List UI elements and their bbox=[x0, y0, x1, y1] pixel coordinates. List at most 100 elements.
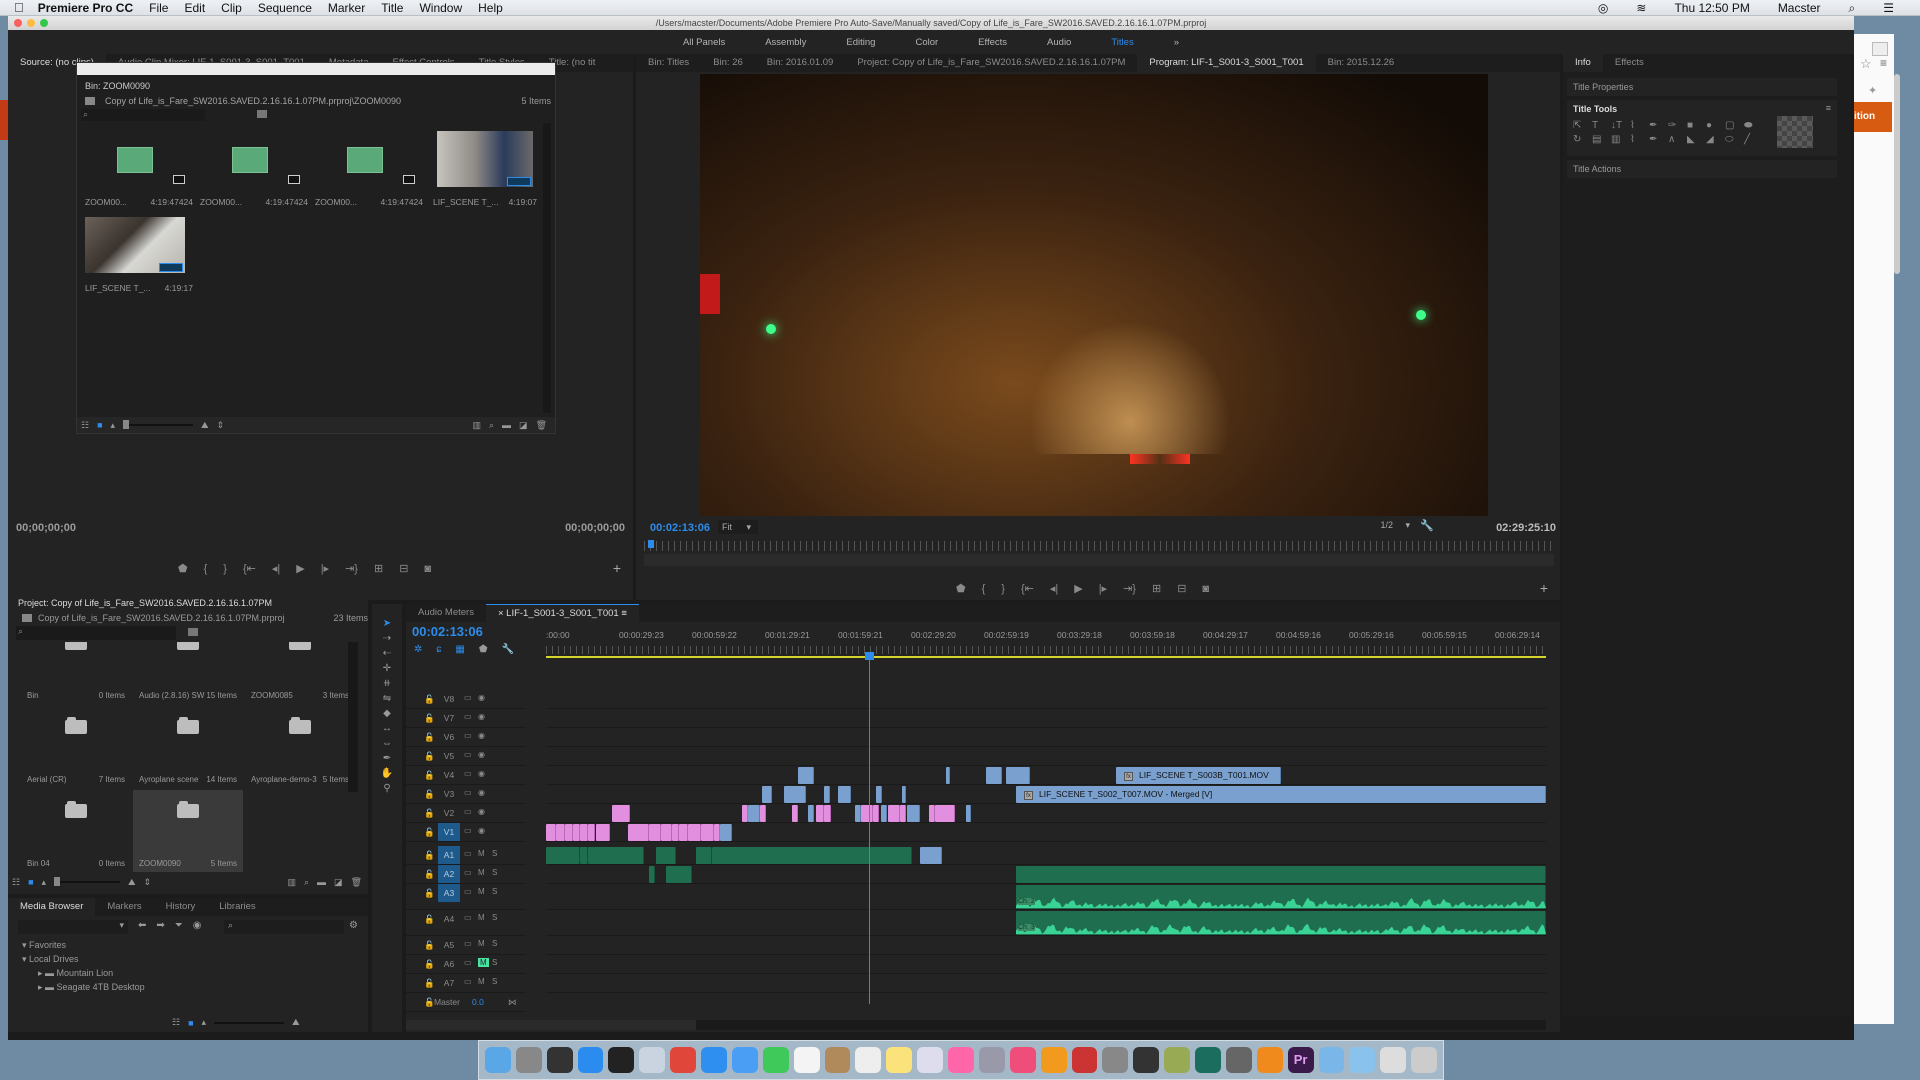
find-icon[interactable]: ⌕ bbox=[304, 877, 309, 888]
track-name[interactable]: V5 bbox=[438, 747, 460, 765]
button-editor-plus-icon[interactable]: + bbox=[613, 560, 621, 576]
dock-app-icon[interactable] bbox=[577, 1047, 604, 1073]
selection-tool-icon[interactable]: ➤ bbox=[383, 618, 391, 629]
browser-menu-icon[interactable]: ≡ bbox=[1880, 56, 1887, 70]
track-name[interactable]: V7 bbox=[438, 709, 460, 727]
list-view-icon[interactable]: ☷ bbox=[81, 420, 89, 431]
mute-button[interactable]: M bbox=[478, 958, 489, 967]
thumbnail-zoom-slider[interactable] bbox=[54, 877, 121, 886]
view-icon[interactable]: ◉ bbox=[193, 920, 202, 931]
timeline-clip[interactable] bbox=[792, 805, 798, 822]
sync-lock-icon[interactable]: ▭ bbox=[464, 826, 472, 835]
list-view-icon[interactable]: ☷ bbox=[172, 1017, 180, 1028]
tree-item-mountain-lion[interactable]: ▸ ▬ Mountain Lion bbox=[22, 966, 162, 980]
track-name[interactable]: A6 bbox=[438, 955, 460, 973]
timeline-clip[interactable] bbox=[762, 786, 772, 803]
project-bin-item[interactable]: ZOOM0085 3 Items bbox=[245, 642, 355, 706]
timeline-clip[interactable] bbox=[838, 786, 851, 803]
eye-icon[interactable]: ◉ bbox=[478, 693, 485, 702]
bin-clip-item[interactable]: ZOOM00... 4:19:47424 bbox=[85, 127, 197, 211]
add-marker-icon[interactable]: ⬟ bbox=[479, 644, 488, 655]
step-back-icon[interactable]: ◂| bbox=[272, 562, 280, 575]
timeline-clip[interactable] bbox=[666, 866, 692, 883]
tab-markers[interactable]: Markers bbox=[95, 898, 153, 916]
track-header-a5[interactable]: 🔓 A5 ▭ M S bbox=[406, 936, 526, 955]
tab-effects[interactable]: Effects bbox=[1603, 54, 1656, 72]
forward-arrow-icon[interactable]: ➡ bbox=[156, 920, 164, 931]
extract-icon[interactable]: ⊟ bbox=[1177, 582, 1186, 595]
project-bin-item[interactable]: Bin 04 0 Items bbox=[21, 790, 131, 872]
title-actions-header[interactable]: Title Actions bbox=[1567, 160, 1837, 178]
track-name[interactable]: A4 bbox=[438, 910, 460, 928]
thumbnail-zoom-slider[interactable] bbox=[214, 1021, 285, 1024]
zoom-in-icon[interactable]: ⛰ bbox=[128, 877, 136, 888]
bin-scrollbar[interactable] bbox=[543, 123, 551, 413]
lock-icon[interactable]: 🔓 bbox=[424, 869, 435, 880]
vertical-path-type-tool-icon[interactable]: ⌇ bbox=[1630, 134, 1644, 145]
mark-out-icon[interactable]: } bbox=[1001, 583, 1005, 595]
dock-app-icon[interactable] bbox=[886, 1047, 913, 1073]
timeline-clip[interactable] bbox=[986, 767, 1002, 784]
tab-sequence[interactable]: × LIF-1_S001-3_S001_T001 ≡ bbox=[485, 604, 639, 622]
new-bin-icon[interactable]: ▬ bbox=[317, 877, 326, 887]
timeline-clip[interactable] bbox=[808, 805, 814, 822]
panel-menu-icon[interactable]: ≡ bbox=[1826, 103, 1831, 113]
dock-app-icon[interactable] bbox=[1195, 1047, 1221, 1073]
track-header-a7[interactable]: 🔓 A7 ▭ M S bbox=[406, 974, 526, 993]
menu-title[interactable]: Title bbox=[381, 1, 403, 15]
menu-sequence[interactable]: Sequence bbox=[258, 1, 312, 15]
wedge-tool-icon[interactable]: ◣ bbox=[1687, 134, 1701, 145]
trash-icon[interactable]: 🗑 bbox=[351, 877, 362, 888]
ellipse-outline-tool-icon[interactable]: ⬭ bbox=[1725, 134, 1739, 145]
spotlight-icon[interactable]: ⌕ bbox=[1849, 1, 1856, 16]
timeline-clip[interactable] bbox=[861, 805, 873, 822]
track-name[interactable]: A7 bbox=[438, 974, 460, 992]
bin-clip-item[interactable]: LIF_SCENE T_... 4:19:07 bbox=[429, 127, 541, 211]
overwrite-icon[interactable]: ⊟ bbox=[399, 562, 408, 575]
lock-icon[interactable]: 🔓 bbox=[424, 997, 435, 1008]
linked-selection-icon[interactable]: ɕ bbox=[436, 644, 441, 655]
new-bin-icon[interactable]: ▬ bbox=[502, 420, 511, 430]
minimize-window-button[interactable] bbox=[27, 19, 35, 27]
pen-tool-icon[interactable]: ✒ bbox=[383, 753, 391, 764]
apple-icon[interactable]:  bbox=[14, 0, 24, 15]
sync-lock-icon[interactable]: ▭ bbox=[464, 731, 472, 740]
lock-icon[interactable]: 🔓 bbox=[424, 827, 435, 838]
settings-wrench-icon[interactable]: 🔧 bbox=[1420, 519, 1434, 532]
track-header-a3[interactable]: 🔓 A3 ▭ M S bbox=[406, 884, 526, 910]
timeline-clip[interactable] bbox=[672, 824, 679, 841]
media-browser-search-input[interactable]: ⌕ bbox=[224, 920, 344, 934]
zoom-in-icon[interactable]: ⛰ bbox=[292, 1017, 300, 1028]
menu-window[interactable]: Window bbox=[419, 1, 462, 15]
timeline-clip[interactable] bbox=[1016, 866, 1546, 883]
timeline-clip[interactable] bbox=[876, 786, 882, 803]
sort-icon[interactable]: ⇕ bbox=[144, 877, 152, 888]
timeline-clip[interactable] bbox=[696, 847, 712, 864]
close-window-button[interactable] bbox=[14, 19, 22, 27]
razor-tool-icon[interactable]: ◆ bbox=[383, 708, 391, 719]
dock-app-icon[interactable] bbox=[1256, 1047, 1283, 1073]
timeline-clip[interactable] bbox=[816, 805, 824, 822]
solo-button[interactable]: S bbox=[492, 977, 497, 986]
new-bin-search-icon[interactable] bbox=[257, 110, 267, 118]
track-lane-v8[interactable] bbox=[546, 690, 1546, 709]
mute-button[interactable]: M bbox=[478, 887, 485, 896]
timeline-clip[interactable] bbox=[573, 824, 580, 841]
path-type-tool-icon[interactable]: ⌇ bbox=[1630, 120, 1644, 131]
workspace-assembly[interactable]: Assembly bbox=[745, 37, 826, 48]
menu-clip[interactable]: Clip bbox=[221, 1, 242, 15]
program-video-frame[interactable] bbox=[700, 74, 1488, 516]
program-playhead-timecode[interactable]: 00:02:13:06 bbox=[650, 522, 710, 534]
title-properties-header[interactable]: Title Properties bbox=[1567, 78, 1837, 96]
dock-app-icon[interactable] bbox=[670, 1047, 697, 1073]
track-header-master[interactable]: 🔓 Master 0.0 ⋈ bbox=[406, 993, 526, 1012]
tab-audio-meters[interactable]: Audio Meters bbox=[406, 604, 486, 622]
selection-tool-icon[interactable]: ⇱ bbox=[1573, 120, 1587, 131]
timeline-clip[interactable] bbox=[798, 767, 814, 784]
timeline-clip[interactable] bbox=[720, 824, 732, 841]
profile-icon[interactable] bbox=[1872, 42, 1888, 56]
menu-file[interactable]: File bbox=[149, 1, 168, 15]
workspace-effects[interactable]: Effects bbox=[958, 37, 1027, 48]
vertical-type-tool-icon[interactable]: ↓T bbox=[1611, 120, 1625, 131]
clock[interactable]: Thu 12:50 PM bbox=[1674, 1, 1749, 15]
